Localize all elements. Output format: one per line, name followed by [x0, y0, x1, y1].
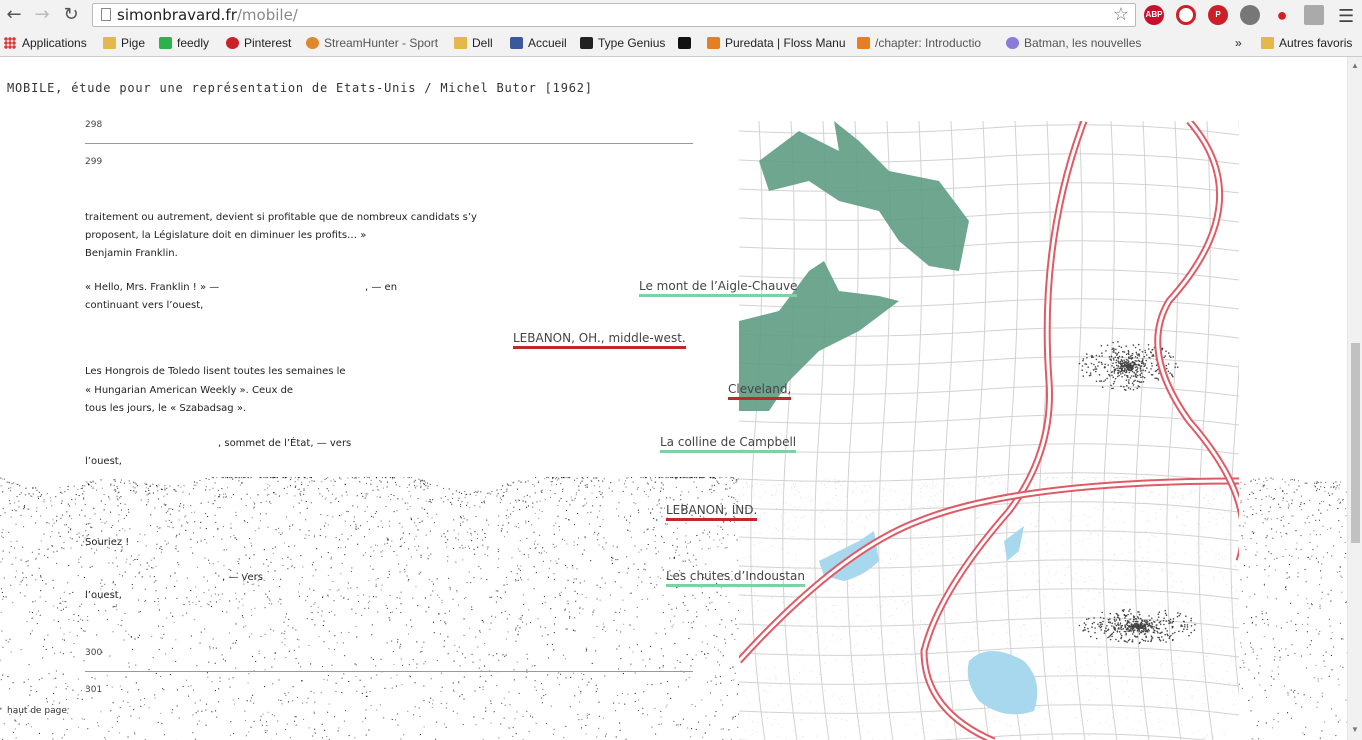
bookmark-label: StreamHunter - Sport [324, 36, 439, 50]
bookmark-feedly[interactable]: feedly [159, 31, 209, 56]
bookmark-label: Puredata | Floss Manu [725, 36, 846, 50]
bookmarks-bar: Applications Pige feedly Pinterest Strea… [0, 31, 1362, 57]
bookmark-label: Autres favoris [1279, 36, 1353, 50]
bookmark-applications[interactable]: Applications [4, 31, 87, 56]
bookmark-label: Batman, les nouvelles [1024, 36, 1142, 50]
vertical-scrollbar[interactable]: ▲ ▼ [1347, 57, 1362, 740]
bookmark-label: Pinterest [244, 36, 292, 50]
text-line: proposent, la Législature doit en diminu… [85, 230, 367, 241]
folder-icon [103, 37, 116, 49]
bookmark-label: » [1235, 36, 1242, 50]
page-icon [101, 8, 111, 21]
bookmark-t[interactable] [678, 31, 696, 56]
bookmark-accueil[interactable]: Accueil [510, 31, 567, 56]
floss-icon [707, 37, 720, 49]
pinterest-icon[interactable]: P [1208, 5, 1228, 25]
page-number: 298 [85, 120, 103, 130]
place-link-cleveland[interactable]: Cleveland, [728, 382, 792, 400]
folder-icon [454, 37, 467, 49]
typegenius-icon [580, 37, 593, 49]
t-icon [678, 37, 691, 49]
folder-icon [1261, 37, 1274, 49]
text-line: , sommet de l’État, — vers [218, 438, 352, 449]
text-line: traitement ou autrement, devient si prof… [85, 212, 477, 223]
url-path: /mobile/ [236, 6, 298, 24]
bookmarks-overflow-button[interactable]: » [1235, 31, 1242, 56]
divider [85, 671, 693, 672]
bookmark-chapter-introduction[interactable]: /chapter: Introductio [857, 31, 981, 56]
bookmark-batman[interactable]: Batman, les nouvelles [1006, 31, 1141, 56]
arrow-left-icon[interactable]: ← [4, 5, 24, 25]
divider [85, 143, 693, 144]
pinterest-icon [226, 37, 239, 49]
text-line: Benjamin Franklin. [85, 248, 178, 259]
text-line: Les Hongrois de Toledo lisent toutes les… [85, 366, 346, 377]
address-bar[interactable]: simonbravard.fr/mobile/ ☆ [92, 3, 1136, 27]
text-line: continuant vers l’ouest, [85, 300, 204, 311]
bookmark-puredata[interactable]: Puredata | Floss Manu [707, 31, 846, 56]
text-line: Souriez ! [85, 537, 130, 548]
page-number: 301 [85, 685, 103, 695]
bookmark-autres-favoris[interactable]: Autres favoris [1261, 31, 1352, 56]
page-title: MOBILE, étude pour une représentation de… [7, 81, 593, 95]
text-line: « Hungarian American Weekly ». Ceux de [85, 385, 294, 396]
scroll-thumb[interactable] [1351, 343, 1360, 543]
adblock-icon[interactable]: ABP [1144, 5, 1164, 25]
url-text[interactable]: simonbravard.fr/mobile/ [117, 6, 298, 24]
bookmark-pinterest[interactable]: Pinterest [226, 31, 291, 56]
bookmark-label: Pige [121, 36, 146, 50]
text-line: l’ouest, [85, 590, 122, 601]
streamhunter-icon [306, 37, 319, 49]
menu-icon[interactable]: ☰ [1338, 6, 1354, 27]
bookmark-pige[interactable]: Pige [103, 31, 145, 56]
feedly-icon [159, 37, 172, 49]
arrow-right-icon[interactable]: → [32, 5, 52, 25]
bookmark-type-genius[interactable]: Type Genius [580, 31, 665, 56]
bookmark-streamhunter[interactable]: StreamHunter - Sport [306, 31, 438, 56]
page-number: 300 [85, 648, 103, 658]
place-link-aigle-chauve[interactable]: Le mont de l’Aigle-Chauve [639, 279, 798, 297]
bookmark-label: Accueil [528, 36, 567, 50]
scroll-up-icon[interactable]: ▲ [1351, 61, 1359, 70]
page-content: MOBILE, étude pour une représentation de… [0, 57, 1347, 740]
reload-icon[interactable]: ↻ [61, 5, 81, 25]
ext-gray-icon[interactable] [1240, 5, 1260, 25]
text-line: , — en [365, 282, 398, 293]
bookmark-dell[interactable]: Dell [454, 31, 493, 56]
text-line: l’ouest, [85, 456, 122, 467]
place-link-chutes-indoustan[interactable]: Les chutes d’Indoustan [666, 569, 805, 587]
bookmark-star-icon[interactable]: ☆ [1113, 4, 1129, 25]
floss-icon [857, 37, 870, 49]
bookmark-label: Dell [472, 36, 493, 50]
facebook-icon [510, 37, 523, 49]
person-icon[interactable]: ● [1272, 5, 1292, 25]
ext-puzzle-icon[interactable] [1304, 5, 1324, 25]
apps-grid-icon [4, 37, 16, 49]
bookmark-label: Type Genius [598, 36, 666, 50]
bookmark-label: feedly [177, 36, 210, 50]
text-line: « Hello, Mrs. Franklin ! » — [85, 282, 220, 293]
scroll-down-icon[interactable]: ▼ [1351, 725, 1359, 734]
text-line: tous les jours, le « Szabadsag ». [85, 403, 247, 414]
place-link-lebanon-oh[interactable]: LEBANON, OH., middle-west. [513, 331, 686, 349]
bookmark-label: Applications [22, 36, 87, 50]
url-domain: simonbravard.fr [117, 6, 237, 24]
browser-toolbar: ← → ↻ simonbravard.fr/mobile/ ☆ ABP P ● … [0, 0, 1362, 32]
opera-icon[interactable] [1176, 5, 1196, 25]
batman-icon [1006, 37, 1019, 49]
bookmark-label: /chapter: Introductio [875, 36, 982, 50]
map-illustration [739, 121, 1239, 740]
page-number: 299 [85, 157, 103, 167]
back-to-top-link[interactable]: haut de page [7, 706, 67, 716]
place-link-colline-campbell[interactable]: La colline de Campbell [660, 435, 797, 453]
place-link-lebanon-ind[interactable]: LEBANON, IND. [666, 503, 758, 521]
text-line: , — vers [222, 572, 263, 583]
